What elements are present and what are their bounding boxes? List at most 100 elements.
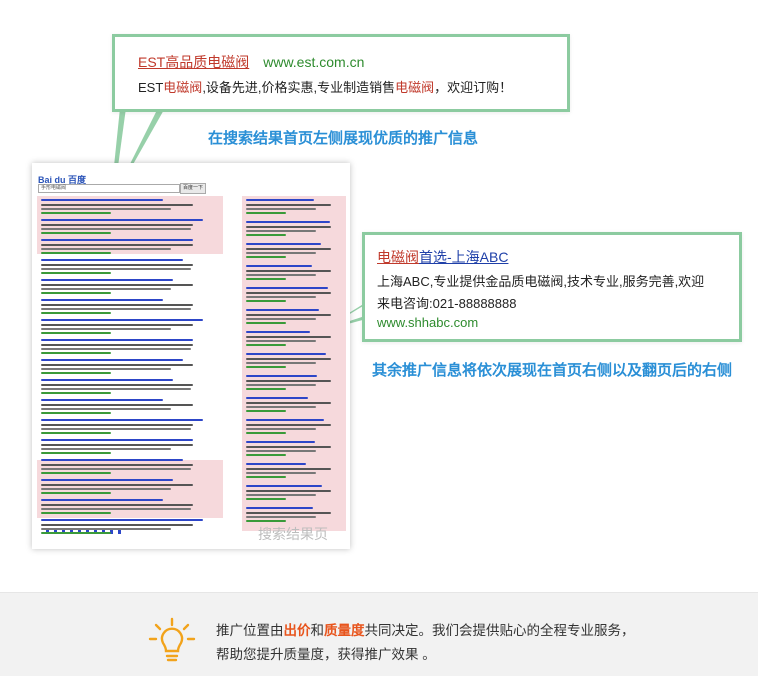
serp-text-line <box>41 404 193 406</box>
serp-text-line <box>41 332 111 334</box>
serp-text-line <box>246 406 316 408</box>
search-button[interactable]: 百度一下 <box>180 183 206 194</box>
footer-line2: 帮助您提升质量度，获得推广效果 。 <box>216 647 436 662</box>
serp-text-line <box>246 485 322 487</box>
serp-text-line <box>41 339 193 341</box>
serp-text-line <box>41 259 183 261</box>
serp-watermark: 搜索结果页 <box>258 526 328 542</box>
desc-keyword: 电磁阀 <box>163 80 203 95</box>
serp-text-line <box>41 292 111 294</box>
serp-text-line <box>41 308 191 310</box>
serp-text-line <box>246 278 286 280</box>
serp-text-line <box>246 248 331 250</box>
search-results-page-thumbnail: Bai du 百度 手形电磁阀 百度一下 搜索结果页 <box>32 163 350 549</box>
serp-text-line <box>41 364 193 366</box>
serp-text-line <box>246 507 313 509</box>
serp-text-line <box>41 219 203 221</box>
serp-text-line <box>246 199 314 201</box>
serp-text-line <box>41 408 171 410</box>
serp-text-line <box>246 512 331 514</box>
serp-text-line <box>41 412 111 414</box>
serp-text-line <box>41 208 171 210</box>
serp-text-line <box>246 208 316 210</box>
serp-text-line <box>41 244 193 246</box>
serp-text-line <box>41 392 111 394</box>
serp-text-line <box>41 368 171 370</box>
serp-text-line <box>41 372 111 374</box>
serp-text-line <box>41 459 183 461</box>
footer-highlight-bid: 出价 <box>283 623 311 638</box>
serp-text-line <box>41 472 111 474</box>
serp-text-line <box>246 265 312 267</box>
desc-part: ,设备先进,价格实惠,专业制造销售 <box>202 80 396 95</box>
top-ad-title-link[interactable]: EST高品质电磁阀 <box>138 54 249 70</box>
right-ad-title-keyword[interactable]: 电磁阀 <box>377 249 419 265</box>
serp-text-line <box>41 448 171 450</box>
serp-text-line <box>246 428 316 430</box>
footer-text: 推广位置由出价和质量度共同决定。我们会提供贴心的全程专业服务， 帮助您提升质量度… <box>216 619 635 667</box>
serp-text-line <box>246 204 331 206</box>
serp-text-line <box>41 324 193 326</box>
caption-right-ads: 其余推广信息将依次展现在首页右侧以及翻页后的右侧 <box>372 362 733 379</box>
serp-text-line <box>41 444 193 446</box>
serp-text-line <box>246 230 316 232</box>
serp-text-line <box>246 340 316 342</box>
serp-text-line <box>246 292 331 294</box>
serp-text-line <box>246 309 319 311</box>
serp-text-line <box>246 388 286 390</box>
footer-highlight-quality: 质量度 <box>324 623 365 638</box>
serp-text-line <box>246 384 316 386</box>
serp-text-line <box>41 484 193 486</box>
serp-text-line <box>41 279 173 281</box>
desc-part: ，欢迎订购！ <box>434 80 513 95</box>
right-ad-url: www.shhabc.com <box>377 315 479 330</box>
serp-text-line <box>41 524 193 526</box>
serp-text-line <box>41 272 111 274</box>
serp-text-line <box>41 204 193 206</box>
serp-text-line <box>41 399 163 401</box>
search-box[interactable]: 手形电磁阀 <box>38 184 180 193</box>
serp-text-line <box>41 452 111 454</box>
serp-text-line <box>41 239 193 241</box>
top-ad-url: www.est.com.cn <box>263 54 365 70</box>
serp-text-line <box>41 379 173 381</box>
serp-text-line <box>41 488 171 490</box>
serp-text-line <box>246 419 324 421</box>
serp-text-line <box>41 519 203 521</box>
serp-text-line <box>41 232 111 234</box>
serp-text-line <box>246 314 331 316</box>
serp-text-line <box>246 274 316 276</box>
serp-text-line <box>41 224 193 226</box>
serp-text-line <box>41 199 163 201</box>
right-ad-desc-line2: 来电咨询:021-88888888 <box>377 296 517 311</box>
serp-text-line <box>41 428 191 430</box>
serp-text-line <box>246 336 331 338</box>
serp-text-line <box>246 441 315 443</box>
serp-text-line <box>41 499 163 501</box>
serp-text-line <box>41 228 191 230</box>
serp-text-line <box>246 322 286 324</box>
serp-text-line <box>246 446 331 448</box>
serp-text-line <box>246 454 286 456</box>
serp-text-line <box>246 490 331 492</box>
serp-text-line <box>41 388 191 390</box>
serp-text-line <box>246 221 330 223</box>
serp-text-line <box>246 252 316 254</box>
serp-text-line <box>41 299 163 301</box>
right-ad-title-link[interactable]: 首选-上海ABC <box>419 249 508 265</box>
serp-text-line <box>246 234 286 236</box>
serp-text-line <box>41 424 193 426</box>
serp-text-line <box>246 410 286 412</box>
serp-text-line <box>246 256 286 258</box>
serp-text-line <box>246 296 316 298</box>
right-ad-callout: 电磁阀首选-上海ABC 上海ABC,专业提供金品质电磁阀,技术专业,服务完善,欢… <box>362 232 742 342</box>
right-ad-desc-line1: 上海ABC,专业提供金品质电磁阀,技术专业,服务完善,欢迎 <box>377 274 705 289</box>
serp-text-line <box>246 424 331 426</box>
top-ad-description: EST电磁阀,设备先进,价格实惠,专业制造销售电磁阀，欢迎订购！ <box>138 77 512 96</box>
serp-text-line <box>246 402 331 404</box>
serp-text-line <box>41 344 193 346</box>
serp-text-line <box>41 248 171 250</box>
serp-text-line <box>41 212 111 214</box>
caption-left-ads: 在搜索结果首页左侧展现优质的推广信息 <box>208 130 479 147</box>
serp-text-line <box>41 479 173 481</box>
